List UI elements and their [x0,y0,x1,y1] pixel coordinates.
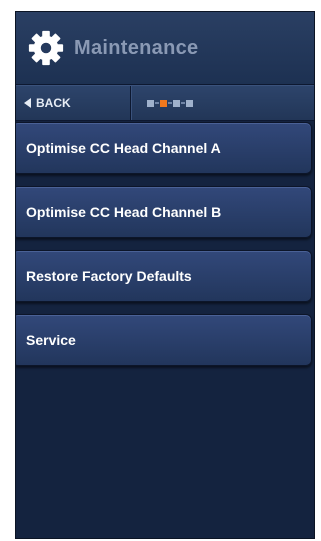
page-title: Maintenance [74,36,199,59]
device-screen: Maintenance BACK Optimise CC Head Channe… [15,11,315,539]
page-dot [147,99,154,107]
menu-item-label: Restore Factory Defaults [26,268,192,284]
gear-icon [28,30,64,66]
page-dot-connector [181,102,185,104]
page-dot-current [160,99,167,107]
menu-item-label: Optimise CC Head Channel A [26,140,221,156]
page-dot [173,99,180,107]
header: Maintenance [16,12,314,85]
optimise-cc-head-channel-b-button[interactable]: Optimise CC Head Channel B [16,186,312,238]
maintenance-menu: Optimise CC Head Channel A Optimise CC H… [16,121,314,366]
restore-factory-defaults-button[interactable]: Restore Factory Defaults [16,250,312,302]
optimise-cc-head-channel-a-button[interactable]: Optimise CC Head Channel A [16,122,312,174]
service-button[interactable]: Service [16,314,312,366]
back-button-label: BACK [36,96,71,110]
page-indicator [131,86,194,120]
page-dot-connector [155,102,159,104]
menu-item-label: Service [26,332,76,348]
menu-item-label: Optimise CC Head Channel B [26,204,222,220]
page-dot [186,99,193,107]
back-button[interactable]: BACK [16,86,131,120]
back-arrow-icon [24,98,31,108]
nav-bar: BACK [16,85,314,121]
page-dot-connector [168,102,172,104]
